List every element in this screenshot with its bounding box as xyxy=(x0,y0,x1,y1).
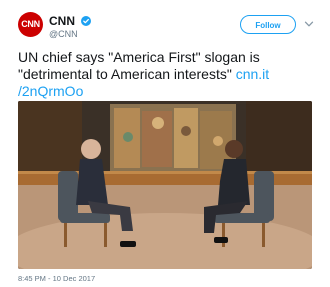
avatar[interactable]: CNN xyxy=(18,12,43,37)
tweet-media-image[interactable] xyxy=(18,101,312,269)
account-handle[interactable]: @CNN xyxy=(49,29,78,39)
avatar-logo-text: CNN xyxy=(21,19,40,29)
tweet-timestamp[interactable]: 8:45 PM - 10 Dec 2017 xyxy=(18,274,95,283)
tweet-header: CNN CNN @CNN Follow xyxy=(18,12,318,42)
tweet-body: UN chief says "America First" slogan is … xyxy=(18,49,260,82)
media-illustration xyxy=(18,101,312,269)
tweet-text: UN chief says "America First" slogan is … xyxy=(18,49,318,100)
account-name-row[interactable]: CNN xyxy=(49,14,92,28)
account-name[interactable]: CNN xyxy=(49,14,75,28)
follow-button[interactable]: Follow xyxy=(240,15,296,34)
verified-badge-icon xyxy=(81,16,92,26)
chevron-down-icon[interactable] xyxy=(304,19,314,29)
